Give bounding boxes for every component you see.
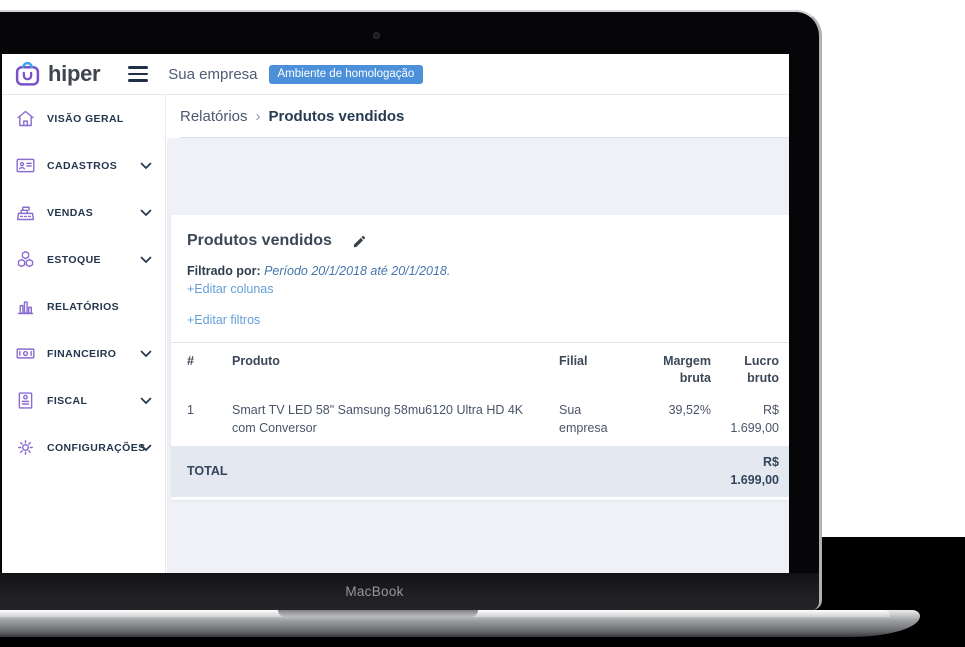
bar-chart-icon xyxy=(15,296,36,317)
edit-columns-link[interactable]: +Editar colunas xyxy=(187,282,274,296)
boxes-icon xyxy=(15,249,36,270)
cell-gross-margin: 39,52% xyxy=(647,394,711,446)
macbook-mockup: hiper Sua empresa Ambiente de homologaçã… xyxy=(0,0,965,647)
chevron-down-icon xyxy=(140,439,152,457)
products-sold-table: # Produto Filial Margem bruta Lucro brut… xyxy=(171,342,789,497)
sidebar-item-visao-geral[interactable]: VISÃO GERAL xyxy=(2,95,165,142)
sidebar-item-fiscal[interactable]: FISCAL xyxy=(2,377,165,424)
page-title: Produtos vendidos xyxy=(269,108,405,125)
cell-gross-profit: R$ 1.699,00 xyxy=(711,394,789,446)
gear-icon xyxy=(15,437,36,458)
report-title: Produtos vendidos xyxy=(187,232,332,250)
cell-branch: Sua empresa xyxy=(547,394,647,446)
cash-register-icon xyxy=(15,202,36,223)
edit-pencil-icon[interactable] xyxy=(352,234,367,249)
col-header-index: # xyxy=(171,343,217,394)
total-label: TOTAL xyxy=(171,446,547,497)
macbook-base xyxy=(0,610,920,637)
sidebar-item-estoque[interactable]: ESTOQUE xyxy=(2,236,165,283)
environment-badge: Ambiente de homologação xyxy=(269,65,424,84)
macbook-thumb-groove xyxy=(278,610,478,617)
chevron-down-icon xyxy=(140,392,152,410)
hiper-logo-icon xyxy=(14,61,41,88)
chevron-down-icon xyxy=(140,251,152,269)
chevron-down-icon xyxy=(140,345,152,363)
app-window: hiper Sua empresa Ambiente de homologaçã… xyxy=(2,54,789,573)
macbook-chin: MacBook xyxy=(0,573,819,610)
breadcrumb-relatorios[interactable]: Relatórios xyxy=(180,108,248,125)
breadcrumb: Relatórios › Produtos vendidos xyxy=(167,95,789,138)
banknote-icon xyxy=(15,343,36,364)
col-header-margem-bruta: Margem bruta xyxy=(647,343,711,394)
company-name: Sua empresa xyxy=(168,66,257,83)
sidebar-item-configuracoes[interactable]: CONFIGURAÇÕES xyxy=(2,424,165,471)
receipt-icon xyxy=(15,390,36,411)
main-content: Relatórios › Produtos vendidos Produtos … xyxy=(167,95,789,573)
col-header-lucro-bruto: Lucro bruto xyxy=(711,343,789,394)
macbook-brand-label: MacBook xyxy=(345,584,403,599)
sidebar-item-relatorios[interactable]: RELATÓRIOS xyxy=(2,283,165,330)
cell-index: 1 xyxy=(171,394,217,446)
cell-product: Smart TV LED 58" Samsung 58mu6120 Ultra … xyxy=(217,394,547,446)
webcam-icon xyxy=(373,32,380,39)
macbook-screen: hiper Sua empresa Ambiente de homologaçã… xyxy=(0,10,822,610)
breadcrumb-separator: › xyxy=(256,108,261,125)
filter-summary: Filtrado por: Período 20/1/2018 até 20/1… xyxy=(171,250,789,279)
sidebar-item-cadastros[interactable]: CADASTROS xyxy=(2,142,165,189)
table-header-row: # Produto Filial Margem bruta Lucro brut… xyxy=(171,343,789,394)
table-total-row: TOTAL R$ 1.699,00 xyxy=(171,446,789,497)
sidebar-item-financeiro[interactable]: FINANCEIRO xyxy=(2,330,165,377)
app-header: hiper Sua empresa Ambiente de homologaçã… xyxy=(2,54,789,95)
chevron-down-icon xyxy=(140,157,152,175)
edit-filters-link[interactable]: +Editar filtros xyxy=(187,313,260,327)
id-card-icon xyxy=(15,155,36,176)
table-row: 1 Smart TV LED 58" Samsung 58mu6120 Ultr… xyxy=(171,394,789,446)
home-icon xyxy=(15,108,36,129)
col-header-filial: Filial xyxy=(547,343,647,394)
total-value: R$ 1.699,00 xyxy=(711,446,789,497)
chevron-down-icon xyxy=(140,204,152,222)
menu-toggle-icon[interactable] xyxy=(128,66,148,81)
logo-wordmark: hiper xyxy=(48,61,100,87)
sidebar-item-vendas[interactable]: VENDAS xyxy=(2,189,165,236)
hiper-logo[interactable]: hiper xyxy=(14,61,100,88)
report-card: Produtos vendidos Filtrado por: Período … xyxy=(171,215,789,500)
col-header-produto: Produto xyxy=(217,343,547,394)
sidebar: VISÃO GERAL CADASTROS VE xyxy=(2,95,166,573)
